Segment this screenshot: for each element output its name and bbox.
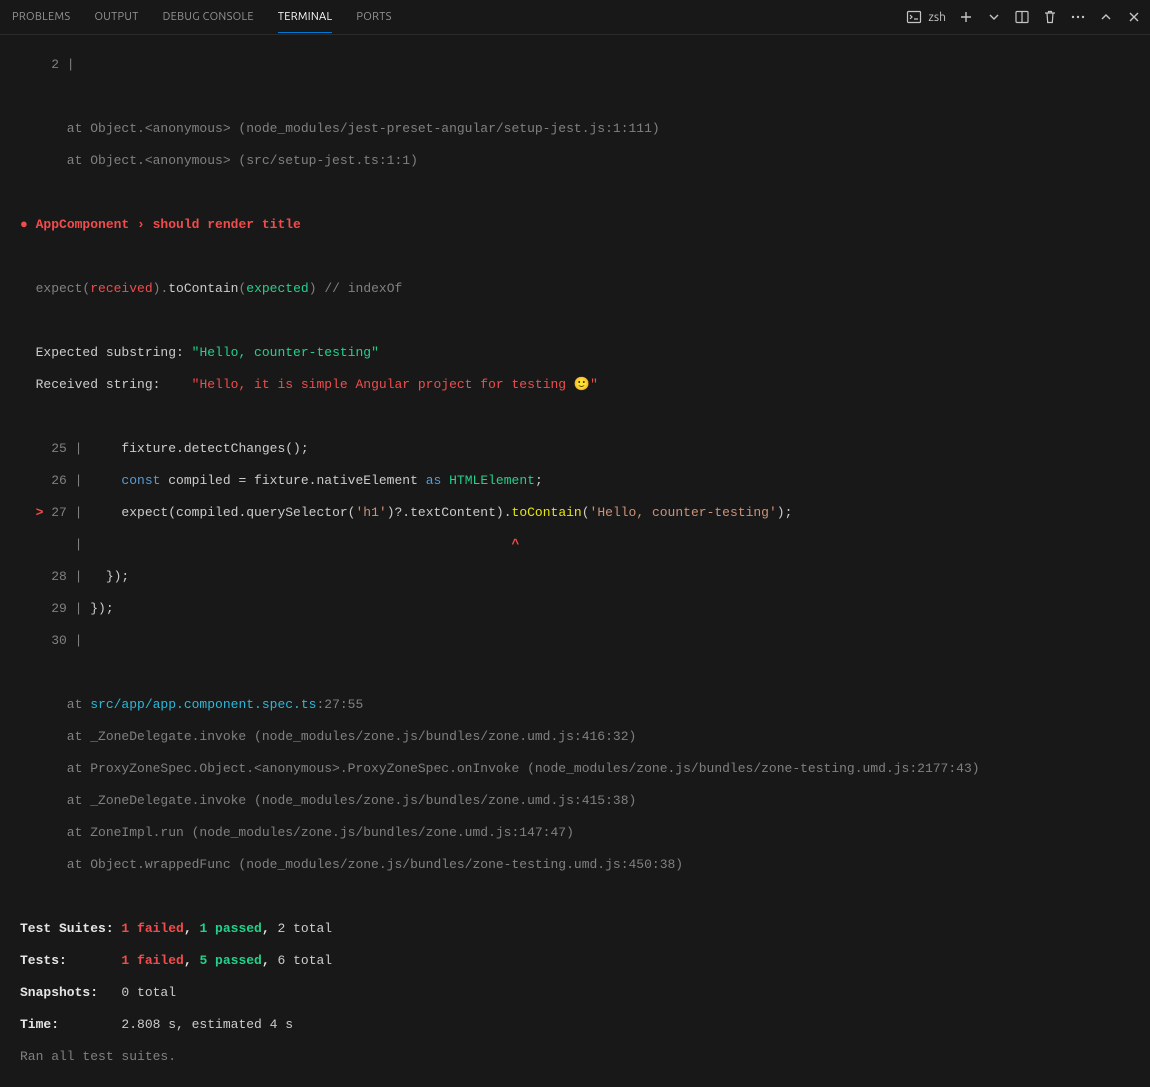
output-line: [20, 889, 1150, 905]
bullet-icon: ●: [20, 217, 28, 232]
stack-line: at _ZoneDelegate.invoke (node_modules/zo…: [20, 793, 1150, 809]
tab-problems[interactable]: PROBLEMS: [12, 2, 70, 33]
summary-tests: Tests: 1 failed, 5 passed, 6 total: [20, 953, 1150, 969]
output-line: [20, 313, 1150, 329]
stack-line: at Object.<anonymous> (node_modules/jest…: [20, 121, 1150, 137]
more-icon[interactable]: [1070, 9, 1086, 25]
stack-line: at Object.wrappedFunc (node_modules/zone…: [20, 857, 1150, 873]
summary-suites: Test Suites: 1 failed, 1 passed, 2 total: [20, 921, 1150, 937]
summary-snapshots: Snapshots: 0 total: [20, 985, 1150, 1001]
tab-ports[interactable]: PORTS: [356, 2, 391, 33]
expect-line: expect(received).toContain(expected) // …: [20, 281, 1150, 297]
caret-line: | ^: [20, 537, 1150, 553]
split-terminal-icon[interactable]: [1014, 9, 1030, 25]
tab-output[interactable]: OUTPUT: [94, 2, 138, 33]
output-line: [20, 89, 1150, 105]
panel-tabs: PROBLEMS OUTPUT DEBUG CONSOLE TERMINAL P…: [12, 2, 392, 33]
summary-ran: Ran all test suites.: [20, 1049, 1150, 1065]
code-line: 26 | const compiled = fixture.nativeElem…: [20, 473, 1150, 489]
stack-line: at Object.<anonymous> (src/setup-jest.ts…: [20, 153, 1150, 169]
output-line: 2 |: [20, 57, 1150, 73]
tab-debug-console[interactable]: DEBUG CONSOLE: [163, 2, 254, 33]
shell-indicator[interactable]: zsh: [906, 9, 946, 25]
code-line: 28 | });: [20, 569, 1150, 585]
stack-line: at _ZoneDelegate.invoke (node_modules/zo…: [20, 729, 1150, 745]
stack-line: at src/app/app.component.spec.ts:27:55: [20, 697, 1150, 713]
panel-header: PROBLEMS OUTPUT DEBUG CONSOLE TERMINAL P…: [0, 0, 1150, 35]
output-line: [20, 249, 1150, 265]
code-line: 25 | fixture.detectChanges();: [20, 441, 1150, 457]
code-line-highlight: > 27 | expect(compiled.querySelector('h1…: [20, 505, 1150, 521]
output-line: [20, 665, 1150, 681]
terminal-actions: zsh: [906, 9, 1142, 25]
expected-line: Expected substring: "Hello, counter-test…: [20, 345, 1150, 361]
chevron-up-icon[interactable]: [1098, 9, 1114, 25]
shell-name: zsh: [928, 11, 946, 24]
test-failure-title: ● AppComponent › should render title: [20, 217, 1150, 233]
terminal-output[interactable]: 2 | at Object.<anonymous> (node_modules/…: [0, 35, 1150, 1087]
output-line: [20, 185, 1150, 201]
summary-time: Time: 2.808 s, estimated 4 s: [20, 1017, 1150, 1033]
received-line: Received string: "Hello, it is simple An…: [20, 377, 1150, 393]
trash-icon[interactable]: [1042, 9, 1058, 25]
new-terminal-icon[interactable]: [958, 9, 974, 25]
close-icon[interactable]: [1126, 9, 1142, 25]
stack-line: at ProxyZoneSpec.Object.<anonymous>.Prox…: [20, 761, 1150, 777]
stack-line: at ZoneImpl.run (node_modules/zone.js/bu…: [20, 825, 1150, 841]
code-line: 29 | });: [20, 601, 1150, 617]
tab-terminal[interactable]: TERMINAL: [278, 2, 333, 33]
terminal-icon: [906, 9, 922, 25]
code-line: 30 |: [20, 633, 1150, 649]
output-line: [20, 409, 1150, 425]
chevron-down-icon[interactable]: [986, 9, 1002, 25]
